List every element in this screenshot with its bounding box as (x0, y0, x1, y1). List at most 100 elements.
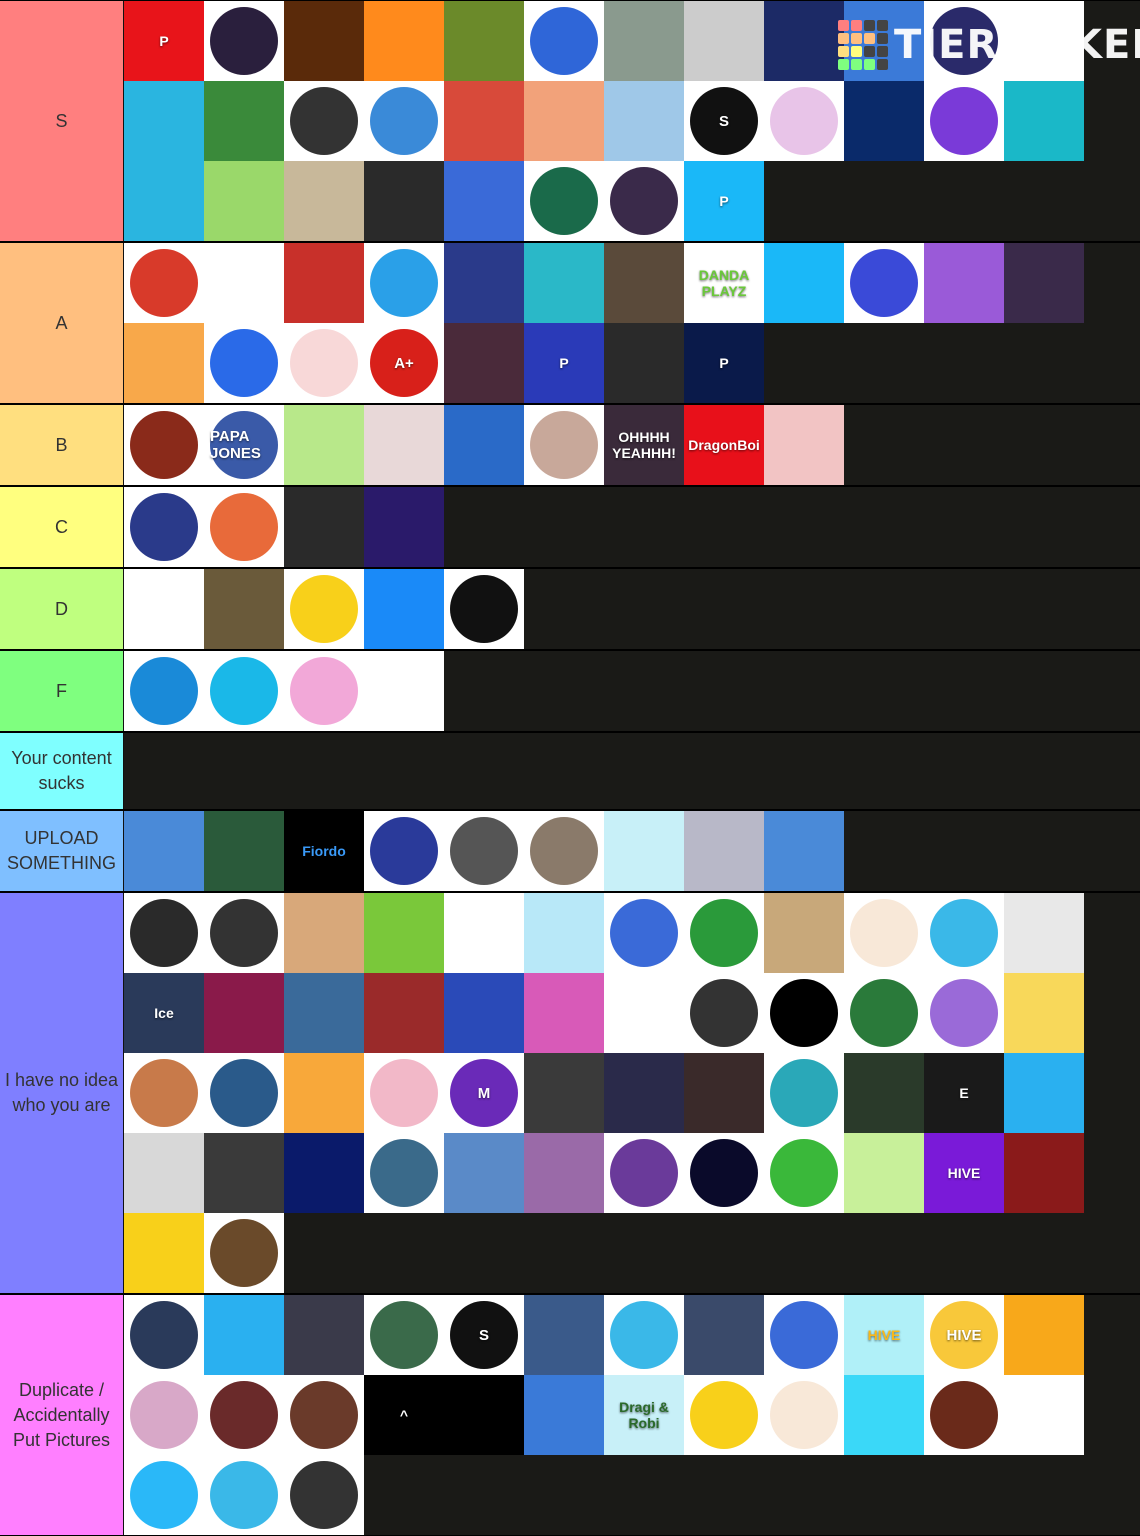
tier-item-image[interactable] (364, 1295, 444, 1375)
tier-item-image[interactable]: P (124, 1, 204, 81)
tier-item-image[interactable] (204, 1455, 284, 1535)
tier-item-image[interactable] (604, 811, 684, 891)
tier-item-image[interactable] (204, 1, 284, 81)
tier-item-image[interactable] (284, 1295, 364, 1375)
tier-item-image[interactable] (444, 405, 524, 485)
tier-item-image[interactable] (124, 1213, 204, 1293)
tier-item-image[interactable] (604, 893, 684, 973)
tier-item-image[interactable] (764, 81, 844, 161)
tier-item-image[interactable] (764, 405, 844, 485)
tier-item-image[interactable]: HIVE (924, 1133, 1004, 1213)
tier-item-image[interactable] (124, 893, 204, 973)
tier-item-image[interactable]: Fiordo (284, 811, 364, 891)
tier-item-image[interactable] (364, 161, 444, 241)
tier-label[interactable]: I have no idea who you are (0, 893, 124, 1293)
tier-item-image[interactable] (1004, 1053, 1084, 1133)
tier-item-image[interactable] (604, 161, 684, 241)
tier-label[interactable]: F (0, 651, 124, 731)
tier-item-image[interactable] (684, 811, 764, 891)
tier-item-image[interactable] (524, 1053, 604, 1133)
tier-item-image[interactable] (604, 1, 684, 81)
tier-item-image[interactable] (284, 1375, 364, 1455)
tier-item-image[interactable] (364, 81, 444, 161)
tier-item-image[interactable] (604, 81, 684, 161)
tier-item-image[interactable] (284, 651, 364, 731)
tier-item-image[interactable] (124, 569, 204, 649)
tier-item-image[interactable]: P (684, 161, 764, 241)
tier-item-image[interactable] (204, 811, 284, 891)
tier-item-image[interactable] (284, 1, 364, 81)
tier-item-image[interactable] (124, 1053, 204, 1133)
tier-item-image[interactable]: E (924, 1053, 1004, 1133)
tier-item-image[interactable] (684, 1295, 764, 1375)
tier-item-image[interactable] (844, 973, 924, 1053)
tier-item-image[interactable] (684, 973, 764, 1053)
tier-item-image[interactable] (284, 973, 364, 1053)
tier-item-image[interactable] (684, 1053, 764, 1133)
tier-item-image[interactable] (684, 1375, 764, 1455)
tier-item-image[interactable] (204, 1133, 284, 1213)
tier-item-image[interactable] (204, 243, 284, 323)
tier-item-image[interactable] (204, 1295, 284, 1375)
tier-item-image[interactable] (124, 243, 204, 323)
tier-item-image[interactable]: DragonBoi (684, 405, 764, 485)
tier-item-image[interactable] (844, 81, 924, 161)
tier-item-image[interactable] (364, 1053, 444, 1133)
tier-item-image[interactable] (284, 243, 364, 323)
tier-item-image[interactable] (1004, 973, 1084, 1053)
tier-item-image[interactable] (764, 1053, 844, 1133)
tier-item-image[interactable] (1004, 1375, 1084, 1455)
tier-item-image[interactable] (204, 569, 284, 649)
tier-item-image[interactable] (124, 1295, 204, 1375)
tier-item-image[interactable] (524, 405, 604, 485)
tier-item-image[interactable] (524, 1, 604, 81)
tier-item-image[interactable] (284, 161, 364, 241)
tier-item-image[interactable]: HIVE (844, 1295, 924, 1375)
tier-item-image[interactable] (524, 1133, 604, 1213)
tier-item-image[interactable] (284, 81, 364, 161)
tier-item-image[interactable] (284, 1455, 364, 1535)
tier-item-image[interactable] (524, 161, 604, 241)
tier-item-image[interactable] (924, 893, 1004, 973)
tier-item-image[interactable] (604, 1053, 684, 1133)
tier-item-image[interactable] (204, 893, 284, 973)
tier-item-image[interactable] (764, 811, 844, 891)
tier-item-image[interactable] (204, 1053, 284, 1133)
tier-item-image[interactable] (204, 1213, 284, 1293)
tier-item-image[interactable] (924, 243, 1004, 323)
tier-label[interactable]: Duplicate / Accidentally Put Pictures (0, 1295, 124, 1535)
tier-item-image[interactable] (764, 243, 844, 323)
tier-item-image[interactable] (444, 1133, 524, 1213)
tier-label[interactable]: A (0, 243, 124, 403)
tier-item-image[interactable] (364, 893, 444, 973)
tier-item-image[interactable] (204, 651, 284, 731)
tier-item-image[interactable] (764, 973, 844, 1053)
tier-item-image[interactable] (1004, 893, 1084, 973)
tier-item-image[interactable] (364, 243, 444, 323)
tier-item-image[interactable] (364, 569, 444, 649)
tier-item-image[interactable] (364, 973, 444, 1053)
tier-item-image[interactable] (444, 893, 524, 973)
tier-item-image[interactable] (364, 1133, 444, 1213)
tier-item-image[interactable] (524, 1375, 604, 1455)
tier-item-image[interactable]: ^ (364, 1375, 444, 1455)
tier-label[interactable]: UPLOAD SOMETHING (0, 811, 124, 891)
tier-item-image[interactable] (124, 811, 204, 891)
tier-item-image[interactable] (284, 323, 364, 403)
tier-item-image[interactable] (924, 973, 1004, 1053)
tier-item-image[interactable] (284, 487, 364, 567)
tier-item-image[interactable] (684, 1133, 764, 1213)
tier-item-image[interactable] (204, 973, 284, 1053)
tier-item-image[interactable] (444, 243, 524, 323)
tier-item-image[interactable] (204, 487, 284, 567)
tier-item-image[interactable] (284, 1053, 364, 1133)
tier-item-image[interactable] (604, 323, 684, 403)
tier-item-image[interactable] (844, 243, 924, 323)
tier-item-image[interactable] (764, 1, 844, 81)
tier-item-image[interactable] (364, 487, 444, 567)
tier-item-image[interactable]: OHHHH YEAHHH! (604, 405, 684, 485)
tier-item-image[interactable] (524, 973, 604, 1053)
tier-item-image[interactable] (124, 81, 204, 161)
tier-item-image[interactable] (124, 161, 204, 241)
tier-item-image[interactable] (1004, 1, 1084, 81)
